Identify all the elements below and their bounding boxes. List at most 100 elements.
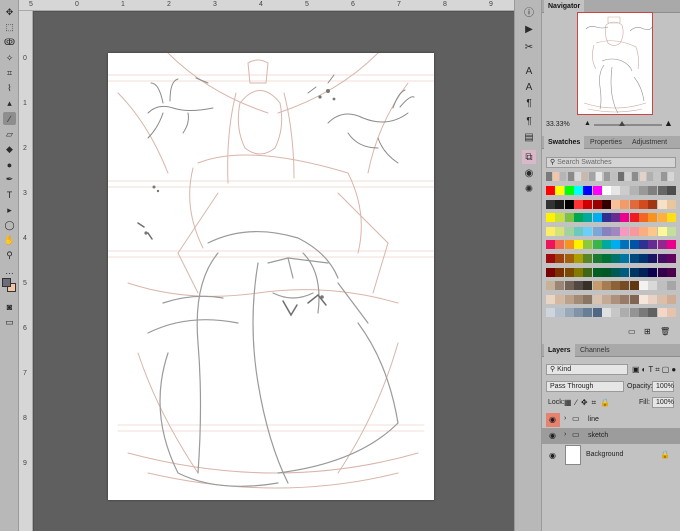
document-canvas[interactable] xyxy=(108,53,434,500)
eye-icon[interactable]: ◉ xyxy=(549,451,556,460)
color-swatch[interactable] xyxy=(657,240,667,250)
zoom-slider-track[interactable] xyxy=(594,124,662,126)
color-swatch[interactable] xyxy=(657,199,667,209)
light-icon[interactable]: ✺ xyxy=(522,182,536,196)
color-swatch[interactable] xyxy=(555,199,565,209)
color-swatch[interactable] xyxy=(639,281,648,291)
color-swatch[interactable] xyxy=(611,308,621,318)
color-swatch[interactable] xyxy=(639,308,648,318)
color-swatch[interactable] xyxy=(620,213,630,223)
scissors-icon[interactable]: ✂ xyxy=(522,40,536,54)
color-swatch[interactable] xyxy=(564,186,574,195)
color-swatch[interactable] xyxy=(601,308,611,318)
color-swatch[interactable] xyxy=(657,294,667,304)
color-swatch[interactable] xyxy=(601,226,611,236)
color-swatch[interactable] xyxy=(639,267,648,277)
color-swatch[interactable] xyxy=(555,186,565,195)
color-swatch[interactable] xyxy=(620,240,630,250)
color-swatch[interactable] xyxy=(666,308,676,318)
recent-swatch[interactable] xyxy=(574,172,581,181)
layer-filter-icons[interactable]: ▣◐T⌗▢● xyxy=(632,365,678,375)
zoom-in-mountain-icon[interactable]: ▲ xyxy=(664,118,673,128)
expand-chevron-icon[interactable]: › xyxy=(564,431,566,438)
color-swatch[interactable] xyxy=(564,294,574,304)
color-swatch[interactable] xyxy=(629,226,639,236)
recent-swatch[interactable] xyxy=(560,172,567,181)
info-icon[interactable]: ⓘ xyxy=(522,4,536,19)
color-swatch[interactable] xyxy=(620,294,630,304)
brush-tool-icon[interactable]: ∕ xyxy=(3,112,16,126)
color-swatch[interactable] xyxy=(666,294,676,304)
lasso-tool-icon[interactable]: ↂ xyxy=(3,36,16,49)
zoom-slider-handle[interactable] xyxy=(619,121,625,126)
color-swatch[interactable] xyxy=(555,267,565,277)
color-swatch[interactable] xyxy=(611,226,621,236)
magic-wand-tool-icon[interactable]: ✧ xyxy=(3,52,16,65)
eye-icon[interactable]: ◉ xyxy=(549,431,556,440)
color-swatch[interactable] xyxy=(648,294,658,304)
color-swatch[interactable] xyxy=(639,213,648,223)
color-swatch[interactable] xyxy=(657,213,667,223)
color-swatch[interactable] xyxy=(546,199,555,209)
color-swatch[interactable] xyxy=(601,294,611,304)
color-swatch[interactable] xyxy=(648,199,658,209)
color-swatch[interactable] xyxy=(592,281,602,291)
recent-swatch[interactable] xyxy=(567,172,574,181)
color-swatch[interactable] xyxy=(620,199,630,209)
color-swatch[interactable] xyxy=(555,281,565,291)
color-swatch[interactable] xyxy=(601,254,611,263)
color-swatch[interactable] xyxy=(601,240,611,250)
color-swatch[interactable] xyxy=(629,281,639,291)
eye-icon[interactable]: ◉ xyxy=(549,415,556,424)
color-swatch[interactable] xyxy=(629,308,639,318)
layer-row-line[interactable]: ◉ › ▭ line xyxy=(542,412,680,428)
color-swatch[interactable] xyxy=(564,213,574,223)
color-swatch[interactable] xyxy=(666,254,676,263)
color-swatch[interactable] xyxy=(666,240,676,250)
color-swatch[interactable] xyxy=(546,294,555,304)
color-swatch[interactable] xyxy=(592,267,602,277)
color-swatch[interactable] xyxy=(629,240,639,250)
recent-swatch[interactable] xyxy=(639,172,646,181)
color-swatch[interactable] xyxy=(583,199,593,209)
recent-swatch[interactable] xyxy=(668,172,675,181)
pen-tool-icon[interactable]: ✒ xyxy=(3,173,16,186)
navigator-thumbnail[interactable] xyxy=(577,12,653,115)
recent-swatch[interactable] xyxy=(589,172,596,181)
recent-swatch[interactable] xyxy=(661,172,668,181)
color-swatch[interactable] xyxy=(564,254,574,263)
more-tools-icon[interactable]: … xyxy=(3,264,16,277)
paint-bucket-tool-icon[interactable]: ◆ xyxy=(3,143,16,156)
swatches-mini-icon[interactable]: ◉ xyxy=(522,166,536,180)
recent-swatch[interactable] xyxy=(625,172,632,181)
color-swatch[interactable] xyxy=(592,186,602,195)
color-swatch[interactable] xyxy=(546,240,555,250)
color-swatch[interactable] xyxy=(657,254,667,263)
foreground-color-swatch[interactable] xyxy=(2,278,11,287)
clone-source-icon[interactable]: ⧉ xyxy=(522,150,536,164)
recent-swatch[interactable] xyxy=(582,172,588,181)
color-swatch[interactable] xyxy=(611,240,621,250)
color-swatch[interactable] xyxy=(573,226,583,236)
color-swatch[interactable] xyxy=(666,213,676,223)
color-swatch[interactable] xyxy=(573,267,583,277)
color-swatch[interactable] xyxy=(657,308,667,318)
color-swatch[interactable] xyxy=(583,294,593,304)
recent-swatch[interactable] xyxy=(546,172,552,181)
tab-channels[interactable]: Channels xyxy=(576,344,614,357)
color-swatch[interactable] xyxy=(601,186,611,195)
layer-row-sketch[interactable]: ◉ › ▭ sketch xyxy=(542,428,680,444)
delete-swatch-trash-icon[interactable]: 🗑 xyxy=(660,327,670,336)
color-swatch[interactable] xyxy=(611,254,621,263)
color-swatch[interactable] xyxy=(555,213,565,223)
color-swatch[interactable] xyxy=(583,240,593,250)
color-swatch[interactable] xyxy=(657,267,667,277)
color-swatch[interactable] xyxy=(611,267,621,277)
color-swatch[interactable] xyxy=(546,213,555,223)
eyedropper-tool-icon[interactable]: ⌇ xyxy=(3,82,16,95)
color-swatch[interactable] xyxy=(546,226,555,236)
blend-mode-select[interactable]: Pass Through xyxy=(546,381,624,392)
color-swatch[interactable] xyxy=(620,226,630,236)
color-swatch[interactable] xyxy=(564,240,574,250)
color-swatch[interactable] xyxy=(583,308,593,318)
